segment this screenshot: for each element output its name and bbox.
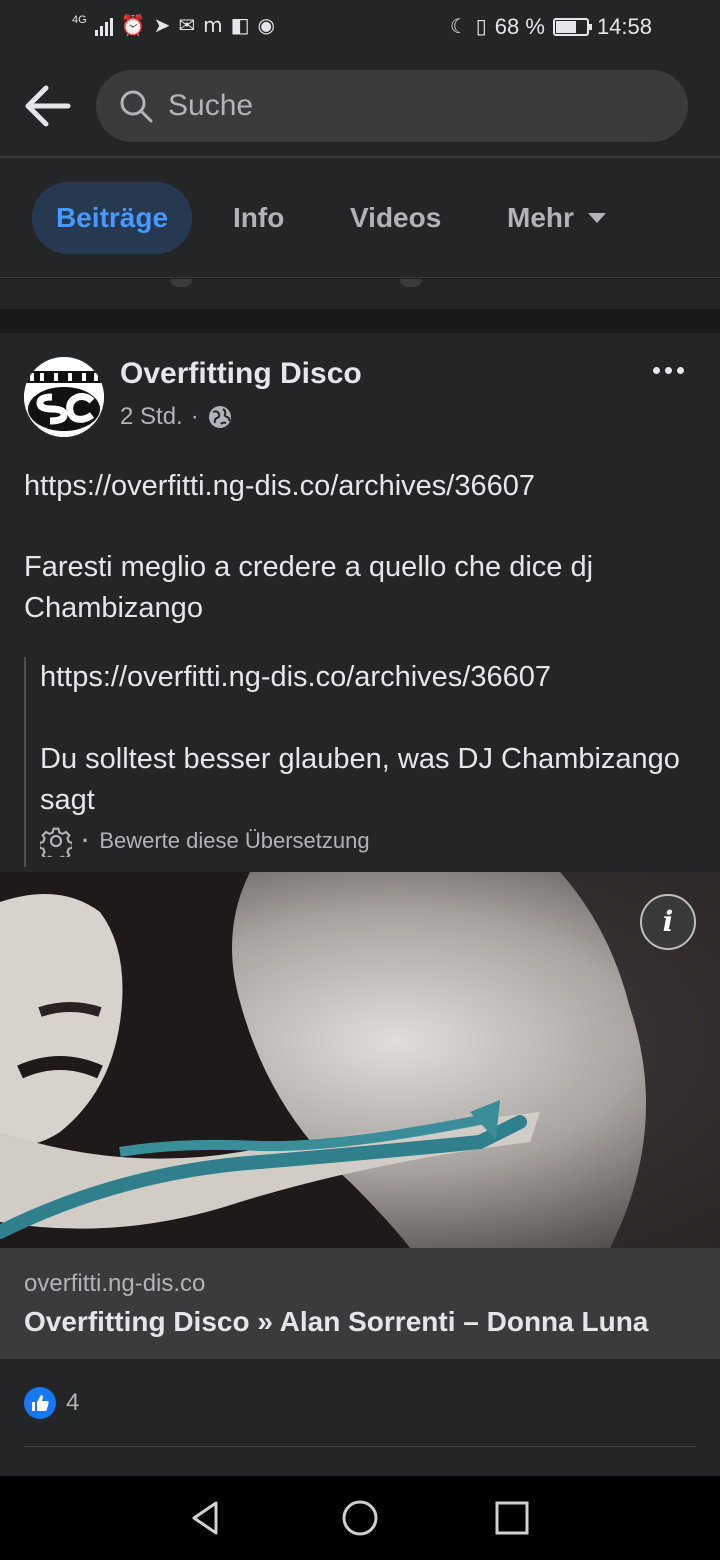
clock: 14:58 [596, 14, 652, 39]
link-title: Overfitting Disco » Alan Sorrenti – Donn… [24, 1306, 649, 1337]
mail-icon: ✉ [178, 15, 196, 37]
app-icon: ◧ [230, 15, 250, 37]
tab-mehr[interactable]: Mehr [507, 182, 606, 254]
battery-fill [555, 21, 577, 33]
battery-percent: 68 % [494, 14, 545, 39]
status-right: ☾ ▯ 68 % 14:58 [450, 14, 652, 40]
vibrate-icon: ▯ [475, 16, 487, 38]
post-card: Overfitting Disco 2 Std. · https://overf… [0, 333, 720, 1476]
like-count: 4 [66, 1389, 80, 1416]
network-type: 4G [72, 13, 87, 26]
meta-separator: · [190, 403, 199, 430]
nav-home-icon[interactable] [340, 1498, 380, 1538]
scrolled-content-edge [0, 279, 720, 309]
post-link[interactable]: https://overfitti.ng-dis.co/archives/366… [24, 466, 696, 507]
info-button[interactable]: i [640, 894, 696, 950]
link-preview-image[interactable]: i [0, 872, 720, 1248]
thumbs-up-icon [24, 1387, 56, 1419]
tab-info[interactable]: Info [233, 182, 284, 254]
link-preview[interactable]: overfitti.ng-dis.co Overfitting Disco » … [0, 1248, 720, 1359]
globe-icon [208, 406, 231, 428]
battery-icon [552, 18, 592, 36]
post-time[interactable]: 2 Std. [120, 403, 183, 431]
gear-icon [40, 827, 72, 857]
nav-recents-icon[interactable] [492, 1498, 532, 1538]
back-button[interactable] [24, 84, 72, 128]
post-author[interactable]: Overfitting Disco [120, 357, 362, 391]
page-logo [24, 357, 104, 437]
tab-videos[interactable]: Videos [350, 182, 441, 254]
status-bar: 4G ⏰ ➤ ✉ ⅿ ◧ ◉ ☾ ▯ 68 % 14:58 [0, 0, 720, 56]
more-horizontal-icon [653, 367, 660, 374]
top-bar [0, 56, 720, 158]
reactions-summary[interactable]: 4 [24, 1387, 79, 1419]
page-tabs: Beiträge Info Videos Mehr [0, 158, 720, 278]
tab-beitraege[interactable]: Beiträge [32, 182, 193, 254]
search-icon [120, 90, 153, 123]
preview-photo [0, 872, 720, 1248]
rate-separator: · [82, 828, 90, 853]
translation-block: https://overfitti.ng-dis.co/archives/366… [24, 657, 696, 867]
status-left: 4G ⏰ ➤ ✉ ⅿ ◧ ◉ [72, 14, 275, 38]
alarm-icon: ⏰ [120, 15, 146, 37]
info-icon: i [662, 905, 674, 938]
post-meta: 2 Std. · [120, 403, 233, 431]
more-options-button[interactable] [653, 367, 684, 374]
rate-translation[interactable]: · Bewerte diese Übersetzung [40, 825, 370, 857]
chevron-down-icon [587, 212, 606, 223]
system-nav-bar [0, 1476, 720, 1560]
telegram-icon: ➤ [153, 15, 171, 37]
translation-link[interactable]: https://overfitti.ng-dis.co/archives/366… [40, 657, 690, 698]
signal-icon [94, 16, 113, 36]
translation-text: Du solltest besser glauben, was DJ Chamb… [40, 743, 680, 816]
avatar[interactable] [24, 357, 104, 437]
moon-icon: ☾ [449, 16, 468, 38]
search-bar[interactable] [96, 70, 688, 142]
link-domain: overfitti.ng-dis.co [24, 1270, 206, 1297]
divider [24, 1446, 696, 1447]
search-input[interactable] [168, 70, 668, 142]
rate-translation-label: Bewerte diese Übersetzung [99, 828, 370, 853]
arrow-left-icon [25, 85, 71, 127]
app-icon: ⅿ [203, 15, 223, 37]
nav-back-icon[interactable] [186, 1498, 226, 1538]
post-text: Faresti meglio a credere a quello che di… [24, 551, 594, 624]
tab-mehr-label: Mehr [507, 202, 574, 233]
messenger-icon: ◉ [257, 15, 275, 37]
